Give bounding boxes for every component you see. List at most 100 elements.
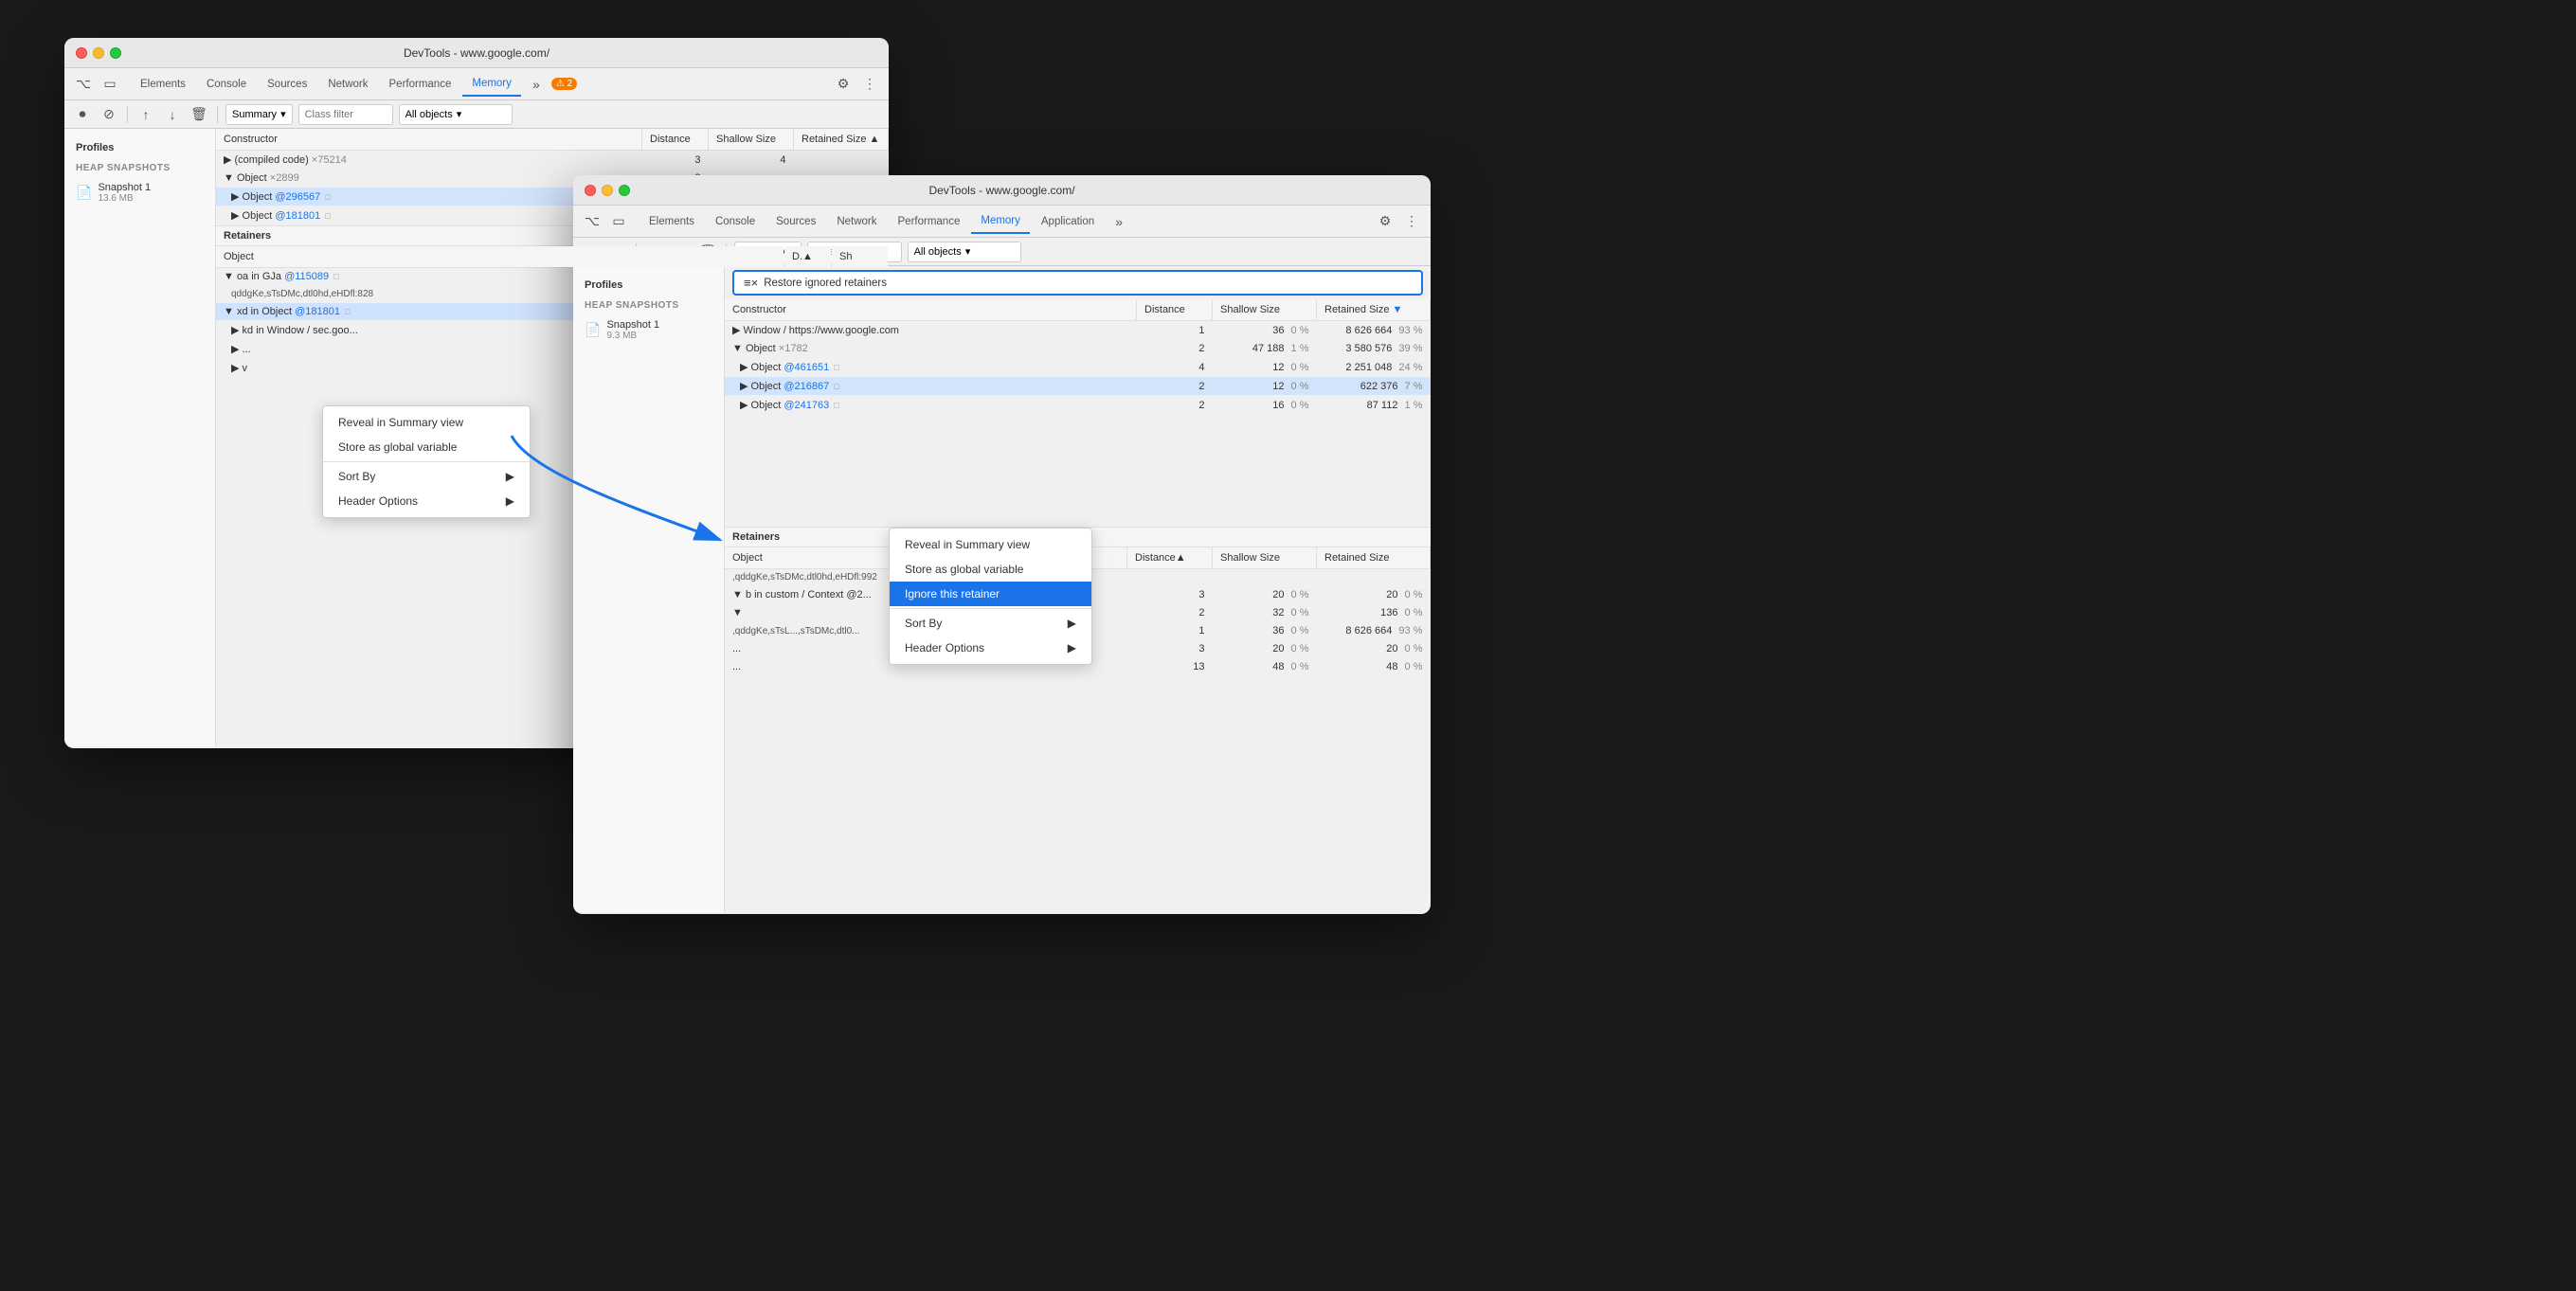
settings-icon-2[interactable]: ⚙	[1374, 210, 1396, 233]
ctx1-header[interactable]: Header Options ▶	[323, 489, 530, 513]
table-wrapper-2: Constructor Distance Shallow Size Retain…	[725, 299, 1431, 527]
ctx1-global[interactable]: Store as global variable	[323, 435, 530, 459]
ctx1-sortby[interactable]: Sort By ▶	[323, 464, 530, 489]
warning-badge-1[interactable]: ⚠ 2	[551, 78, 577, 90]
col2-distance[interactable]: Distance	[1137, 299, 1213, 321]
context-menu-1[interactable]: Reveal in Summary view Store as global v…	[322, 405, 531, 518]
col-shallow-1[interactable]: Shallow Size	[709, 129, 794, 151]
col2-shallow[interactable]: Shallow Size	[1213, 299, 1317, 321]
tab2-performance[interactable]: Performance	[889, 210, 970, 233]
tab2-console[interactable]: Console	[706, 210, 765, 233]
titlebar-2: DevTools - www.google.com/	[573, 175, 1431, 206]
take-heap-button-1[interactable]: ↑	[135, 104, 156, 125]
objects-label-1: All objects	[405, 109, 453, 120]
tab-sources[interactable]: Sources	[258, 73, 316, 96]
tab2-memory[interactable]: Memory	[971, 209, 1030, 234]
ret2-col-retained[interactable]: Retained Size	[1317, 547, 1431, 569]
restore-banner[interactable]: ≡× Restore ignored retainers	[732, 270, 1423, 296]
heap-snapshots-label-1: HEAP SNAPSHOTS	[64, 159, 215, 177]
traffic-lights-2[interactable]	[585, 185, 630, 196]
ctx2-header-arrow: ▶	[1068, 641, 1076, 654]
snapshot-2-name: Snapshot 1	[606, 319, 659, 331]
row2-object-461651[interactable]: ▶ Object @461651 □ 4 12 0 % 2 251 048 24…	[725, 358, 1431, 377]
tab-performance[interactable]: Performance	[380, 73, 461, 96]
snapshot-icon-1: 📄	[76, 185, 92, 201]
class-filter-1[interactable]	[298, 104, 393, 125]
row-compiled-code[interactable]: ▶ (compiled code) ×75214 3 4	[216, 151, 889, 170]
more-options-icon-2[interactable]: ⋮	[1400, 210, 1423, 233]
ret2-col-shallow[interactable]: Shallow Size	[1213, 547, 1317, 569]
ret-col-object-1[interactable]: Object	[216, 246, 784, 268]
restore-label: Restore ignored retainers	[764, 278, 887, 289]
heap-snapshots-label-2: HEAP SNAPSHOTS	[573, 296, 724, 314]
device-icon[interactable]: ▭	[99, 73, 121, 96]
col-constructor-1[interactable]: Constructor	[216, 129, 642, 151]
ctx1-divider	[323, 461, 530, 462]
cursor-icon[interactable]: ⌥	[72, 73, 95, 96]
more-tabs-icon[interactable]: »	[525, 73, 548, 96]
divider-1	[127, 106, 128, 123]
snapshot-1-name: Snapshot 1	[98, 182, 151, 193]
ctx1-header-arrow: ▶	[506, 494, 514, 508]
tab-console[interactable]: Console	[197, 73, 256, 96]
more-tabs-2: »	[1108, 210, 1130, 233]
col-distance-1[interactable]: Distance	[642, 129, 709, 151]
ctx2-ignore[interactable]: Ignore this retainer	[890, 582, 1091, 606]
ret-col-sh-1[interactable]: Sh	[832, 246, 889, 268]
device-icon-2[interactable]: ▭	[607, 210, 630, 233]
view-select-label-1: Summary	[232, 109, 277, 120]
snapshot-2-item[interactable]: 📄 Snapshot 1 9.3 MB	[573, 314, 724, 346]
cursor-icon-2[interactable]: ⌥	[581, 210, 603, 233]
window-title-1: DevTools - www.google.com/	[404, 46, 549, 60]
tab-icons-1: ⌥ ▭	[72, 73, 121, 96]
objects-label-2: All objects	[914, 246, 962, 258]
tab2-application[interactable]: Application	[1032, 210, 1104, 233]
objects-select-1[interactable]: All objects ▾	[399, 104, 513, 125]
tab-memory[interactable]: Memory	[462, 72, 521, 97]
snapshot-1-item[interactable]: 📄 Snapshot 1 13.6 MB	[64, 177, 215, 208]
col-retained-1[interactable]: Retained Size ▲	[794, 129, 889, 151]
tabs-2: ⌥ ▭ Elements Console Sources Network Per…	[573, 206, 1431, 238]
tab2-sources[interactable]: Sources	[766, 210, 825, 233]
more-options-icon-1[interactable]: ⋮	[858, 73, 881, 96]
ctx2-header[interactable]: Header Options ▶	[890, 636, 1091, 660]
context-menu-2[interactable]: Reveal in Summary view Store as global v…	[889, 528, 1092, 665]
ret-col-dist-1[interactable]: D.▲	[784, 246, 832, 268]
more-tabs-icon-2[interactable]: »	[1108, 210, 1130, 233]
row2-object-1782[interactable]: ▼ Object ×1782 2 47 188 1 % 3 580 576 39…	[725, 340, 1431, 358]
close-button-1[interactable]	[76, 47, 87, 59]
constructor-table-2: Constructor Distance Shallow Size Retain…	[725, 299, 1431, 415]
window-title-2: DevTools - www.google.com/	[928, 184, 1074, 197]
row2-object-216867[interactable]: ▶ Object @216867 □ 2 12 0 % 622 376 7 %	[725, 377, 1431, 396]
ctx2-reveal[interactable]: Reveal in Summary view	[890, 532, 1091, 557]
row2-object-241763[interactable]: ▶ Object @241763 □ 2 16 0 % 87 112 1 %	[725, 396, 1431, 415]
tab2-elements[interactable]: Elements	[639, 210, 704, 233]
objects-select-2[interactable]: All objects ▾	[908, 242, 1021, 262]
minimize-button-2[interactable]	[602, 185, 613, 196]
tab-network[interactable]: Network	[318, 73, 377, 96]
load-button-1[interactable]: ↓	[162, 104, 183, 125]
col2-retained[interactable]: Retained Size ▼	[1317, 299, 1431, 321]
view-select-1[interactable]: Summary ▾	[225, 104, 293, 125]
maximize-button-1[interactable]	[110, 47, 121, 59]
maximize-button-2[interactable]	[619, 185, 630, 196]
clear-button-1[interactable]: ⊘	[99, 104, 119, 125]
traffic-lights-1[interactable]	[76, 47, 121, 59]
ctx1-reveal[interactable]: Reveal in Summary view	[323, 410, 530, 435]
settings-icon-1[interactable]: ⚙	[832, 73, 855, 96]
minimize-button-1[interactable]	[93, 47, 104, 59]
collect-button-1[interactable]: 🗑	[189, 104, 209, 125]
ctx2-divider	[890, 608, 1091, 609]
more-tabs-1: » ⚠ 2	[525, 73, 577, 96]
close-button-2[interactable]	[585, 185, 596, 196]
col2-constructor[interactable]: Constructor	[725, 299, 1137, 321]
titlebar-1: DevTools - www.google.com/	[64, 38, 889, 68]
row2-window[interactable]: ▶ Window / https://www.google.com 1 36 0…	[725, 321, 1431, 340]
tab2-network[interactable]: Network	[827, 210, 886, 233]
ctx2-global[interactable]: Store as global variable	[890, 557, 1091, 582]
sidebar-2: Profiles HEAP SNAPSHOTS 📄 Snapshot 1 9.3…	[573, 266, 725, 912]
ctx2-sortby[interactable]: Sort By ▶	[890, 611, 1091, 636]
record-button-1[interactable]: ⏺	[72, 104, 93, 125]
tab-elements[interactable]: Elements	[131, 73, 195, 96]
ret2-col-dist[interactable]: Distance▲	[1127, 547, 1213, 569]
